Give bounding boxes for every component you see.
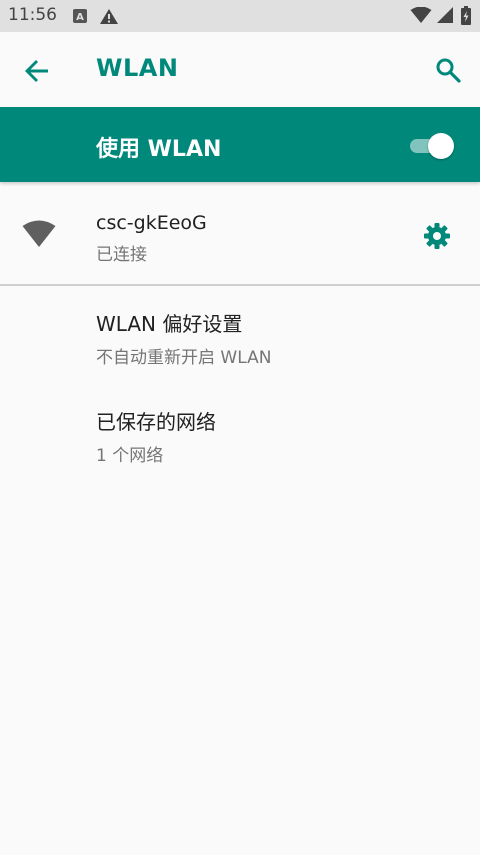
connected-network-row[interactable]: csc-gkEeoG 已连接: [0, 188, 480, 286]
page-title: WLAN: [96, 54, 179, 82]
network-status: 已连接: [96, 245, 147, 265]
status-bar: 11:56 A: [0, 0, 480, 32]
search-icon[interactable]: [434, 56, 462, 84]
wifi-signal-icon: [410, 6, 432, 28]
battery-charging-icon: [461, 6, 471, 29]
svg-text:A: A: [76, 12, 84, 23]
wifi-icon: [22, 220, 56, 248]
list-item-saved-networks[interactable]: 已保存的网络 1 个网络: [96, 406, 216, 466]
gear-icon[interactable]: [422, 221, 452, 251]
list-item-title: WLAN 偏好设置: [96, 312, 243, 336]
app-bar: WLAN: [0, 32, 480, 107]
status-time: 11:56: [8, 5, 57, 25]
warning-icon: [99, 8, 119, 29]
wlan-switch-label: 使用 WLAN: [96, 137, 222, 162]
network-ssid: csc-gkEeoG: [96, 212, 207, 234]
list-item-subtitle: 1 个网络: [96, 446, 164, 466]
list-item-wlan-preferences[interactable]: WLAN 偏好设置 不自动重新开启 WLAN: [96, 308, 271, 368]
list-item-subtitle: 不自动重新开启 WLAN: [96, 348, 272, 368]
a-box-icon: A: [72, 8, 88, 28]
list-item-title: 已保存的网络: [96, 410, 216, 434]
arrow-left-icon[interactable]: [22, 56, 52, 86]
wlan-master-switch-row[interactable]: 使用 WLAN: [0, 107, 480, 182]
toggle-thumb: [428, 133, 454, 159]
cell-signal-icon: [436, 7, 454, 28]
wlan-toggle[interactable]: [408, 131, 456, 159]
